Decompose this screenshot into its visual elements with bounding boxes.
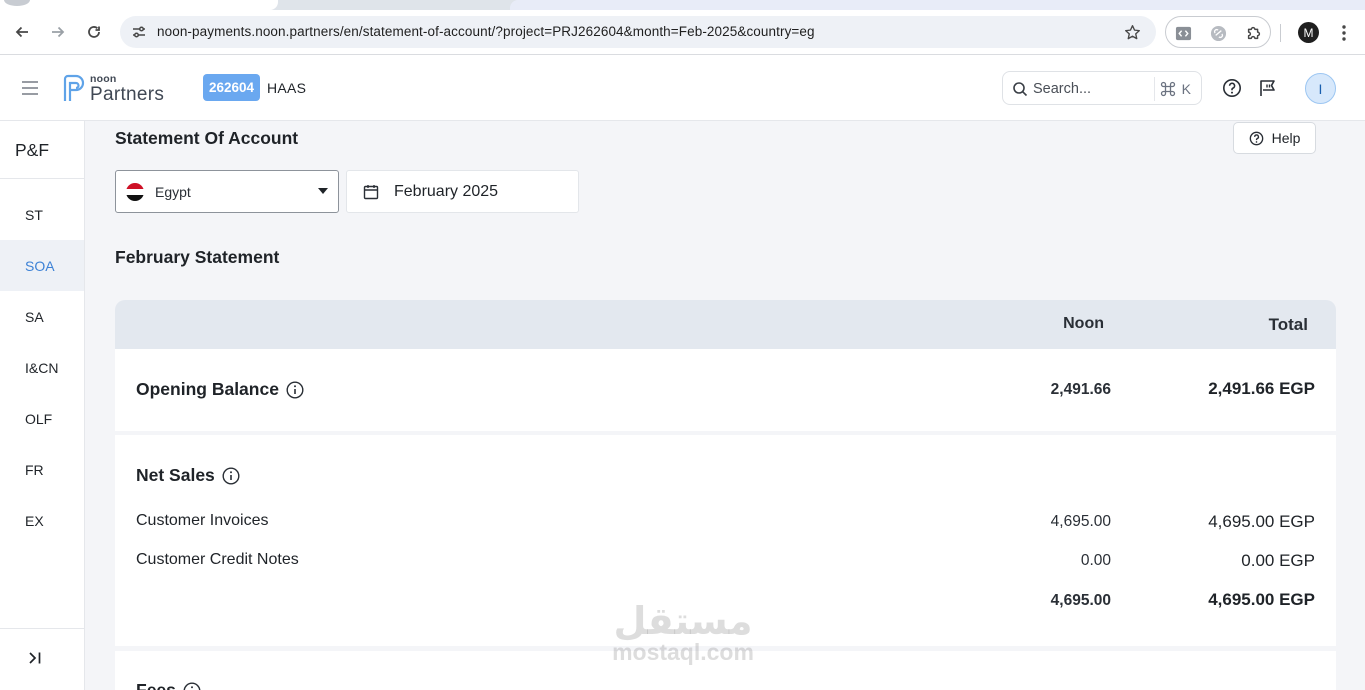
url-text[interactable]: noon-payments.noon.partners/en/statement…	[157, 24, 815, 39]
site-settings-icon[interactable]	[130, 23, 148, 41]
toolbar-separator	[1280, 24, 1281, 42]
sidebar-item-fr[interactable]: FR	[0, 444, 84, 495]
reload-button[interactable]	[80, 18, 108, 46]
column-header-total: Total	[1268, 315, 1308, 334]
search-shortcut: K	[1153, 77, 1195, 101]
logo-text: noon Partners	[90, 74, 164, 105]
sidebar-item-st[interactable]: ST	[0, 189, 84, 240]
fees-label: Fees	[136, 680, 176, 690]
main-content: Statement Of Account Help Egypt February…	[85, 121, 1365, 690]
sidebar-item-olf[interactable]: OLF	[0, 393, 84, 444]
opening-balance-noon: 2,491.66	[1050, 381, 1111, 398]
net-sales-title: Net Sales	[136, 465, 240, 486]
active-tab[interactable]	[0, 0, 278, 10]
arrow-left-icon	[15, 26, 28, 38]
month-picker-value: February 2025	[394, 183, 499, 200]
browser-profile-avatar[interactable]: M	[1298, 22, 1319, 43]
page-title: Statement Of Account	[115, 128, 299, 148]
customer-invoices-noon: 4,695.00	[1050, 513, 1111, 530]
info-icon[interactable]	[183, 682, 201, 690]
help-button[interactable]: Help	[1233, 122, 1316, 154]
info-icon[interactable]	[286, 380, 304, 399]
country-select[interactable]: Egypt	[115, 170, 339, 213]
month-picker[interactable]: February 2025	[346, 170, 579, 213]
sidebar-item-icn[interactable]: I&CN	[0, 342, 84, 393]
bookmark-star-icon[interactable]	[1122, 22, 1142, 42]
help-button-label: Help	[1271, 130, 1301, 146]
puzzle-extensions-icon[interactable]	[1244, 23, 1264, 43]
user-avatar[interactable]: I	[1305, 73, 1336, 104]
noon-partners-logo[interactable]: noon Partners	[62, 72, 164, 106]
inactive-tab-area[interactable]	[510, 0, 1365, 10]
browser-tab-strip	[0, 0, 1365, 10]
customer-credit-notes-label: Customer Credit Notes	[136, 551, 299, 568]
logo-small-text: noon	[90, 72, 117, 85]
help-icon	[1249, 131, 1263, 145]
link-extension-icon[interactable]	[1208, 23, 1228, 43]
search-icon	[1011, 80, 1029, 98]
app-header: noon Partners 262604 HAAS K I	[0, 55, 1365, 121]
global-search[interactable]: K	[1002, 71, 1202, 105]
sidebar-item-ex[interactable]: EX	[0, 495, 84, 546]
command-key-icon	[1160, 81, 1175, 97]
logo-big-text: Partners	[90, 84, 165, 106]
forward-button[interactable]	[44, 18, 72, 46]
code-extension-icon[interactable]	[1173, 23, 1193, 43]
opening-balance-card: Opening Balance 2,491.66 2,491.66 EGP	[115, 349, 1336, 431]
caret-down-icon	[318, 188, 328, 194]
customer-invoices-label: Customer Invoices	[136, 512, 269, 529]
extensions-group	[1165, 16, 1271, 48]
net-sales-subtotal-total: 4,695.00 EGP	[1208, 590, 1315, 609]
fees-card: Fees	[115, 651, 1336, 690]
sidebar-item-sa[interactable]: SA	[0, 291, 84, 342]
address-bar[interactable]: noon-payments.noon.partners/en/statement…	[120, 16, 1156, 48]
expand-sidebar-icon[interactable]	[26, 649, 44, 667]
search-shortcut-key: K	[1181, 81, 1191, 97]
partners-logo-icon	[63, 74, 85, 101]
sidebar-title: P&F	[15, 140, 50, 160]
egypt-flag-icon	[126, 183, 144, 201]
hamburger-menu-icon[interactable]	[18, 76, 42, 100]
help-circle-icon[interactable]	[1221, 77, 1243, 99]
sidebar-footer-divider	[0, 628, 84, 629]
country-select-value: Egypt	[155, 184, 191, 200]
opening-balance-label: Opening Balance	[136, 379, 279, 399]
net-sales-card: Net Sales Customer Invoices 4,695.00 4,6…	[115, 435, 1336, 646]
project-id-badge[interactable]: 262604	[203, 74, 261, 101]
opening-balance-total: 2,491.66 EGP	[1208, 379, 1315, 398]
info-icon[interactable]	[222, 466, 240, 485]
statement-table-header: Noon Total	[115, 300, 1336, 349]
tab-favicon	[4, 0, 30, 6]
search-input[interactable]	[1033, 79, 1143, 99]
feedback-flag-icon[interactable]	[1257, 77, 1279, 99]
statement-section-title: February Statement	[115, 247, 280, 267]
opening-balance-title: Opening Balance	[136, 379, 304, 400]
fees-title: Fees	[136, 680, 201, 690]
arrow-right-icon	[52, 26, 65, 38]
back-button[interactable]	[8, 18, 36, 46]
project-name[interactable]: HAAS	[267, 80, 306, 96]
customer-credit-notes-total: 0.00 EGP	[1241, 551, 1315, 570]
customer-invoices-total: 4,695.00 EGP	[1208, 512, 1315, 531]
column-header-noon: Noon	[1063, 315, 1104, 332]
browser-toolbar: noon-payments.noon.partners/en/statement…	[0, 10, 1365, 55]
sidebar-item-soa[interactable]: SOA	[0, 240, 84, 291]
net-sales-label: Net Sales	[136, 465, 215, 485]
sidebar-divider	[0, 178, 84, 179]
calendar-icon	[362, 183, 380, 201]
sidebar: P&F ST SOA SA I&CN OLF FR EX	[0, 121, 85, 690]
browser-menu-icon[interactable]	[1334, 22, 1354, 44]
customer-credit-notes-noon: 0.00	[1080, 552, 1111, 569]
reload-icon	[88, 26, 100, 38]
net-sales-subtotal-noon: 4,695.00	[1050, 592, 1111, 609]
